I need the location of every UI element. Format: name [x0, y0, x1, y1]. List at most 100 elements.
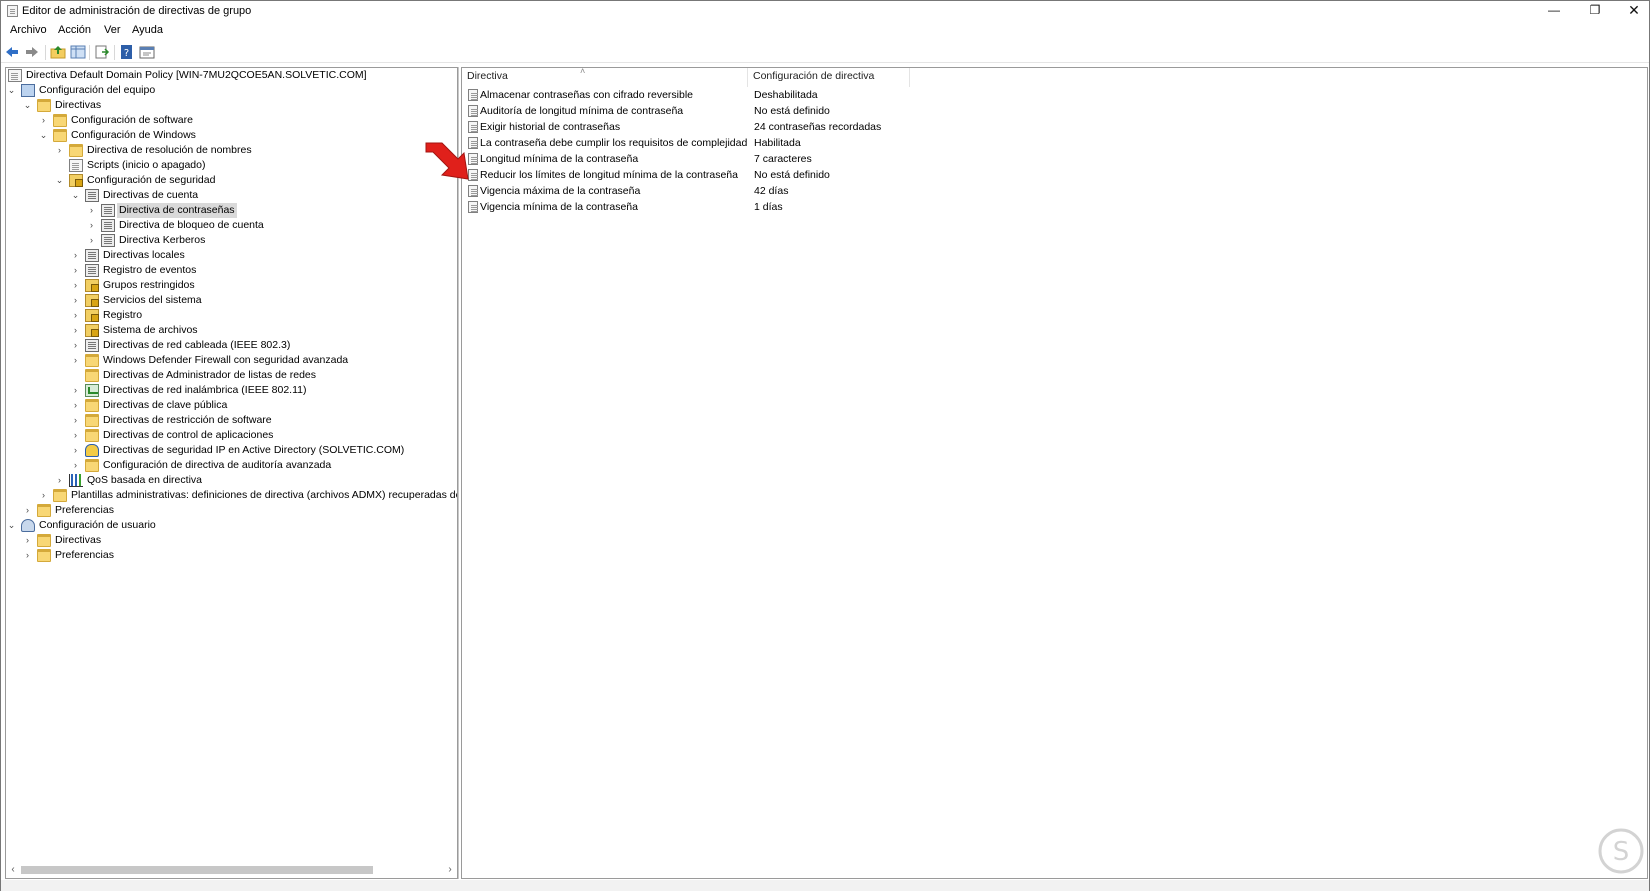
- app-window: Editor de administración de directivas d…: [0, 0, 1650, 891]
- svg-text:?: ?: [124, 48, 129, 59]
- expand-chevron-icon[interactable]: ›: [87, 218, 96, 233]
- policy-name: Reducir los límites de longitud mínima d…: [480, 169, 738, 181]
- expand-chevron-icon[interactable]: ›: [71, 278, 80, 293]
- toolbar: ?: [1, 41, 1649, 63]
- menu-ayuda[interactable]: Ayuda: [132, 24, 163, 36]
- table-row[interactable]: Almacenar contraseñas con cifrado revers…: [462, 88, 1647, 103]
- restore-icon[interactable]: ❐: [1576, 1, 1614, 21]
- tree-label: Preferencias: [55, 504, 114, 516]
- tree-label: Directivas: [55, 99, 102, 111]
- expand-chevron-icon[interactable]: ›: [71, 353, 80, 368]
- expand-chevron-icon[interactable]: ›: [71, 383, 80, 398]
- horizontal-scrollbar[interactable]: ‹ ›: [6, 862, 457, 878]
- computer-icon: [21, 84, 35, 97]
- help-icon[interactable]: ?: [119, 44, 135, 60]
- up-folder-icon[interactable]: [50, 44, 66, 60]
- menu-accion[interactable]: Acción: [58, 24, 91, 36]
- expand-chevron-icon[interactable]: ›: [39, 113, 48, 128]
- table-row[interactable]: Exigir historial de contraseñas 24 contr…: [462, 120, 1647, 135]
- script-document-icon: [69, 159, 83, 172]
- folder-icon: [53, 114, 67, 127]
- table-row[interactable]: La contraseña debe cumplir los requisito…: [462, 136, 1647, 151]
- tree-label: Directiva de resolución de nombres: [87, 144, 252, 156]
- sort-ascending-icon: ˄: [580, 67, 586, 76]
- tree-label: Servicios del sistema: [103, 294, 202, 306]
- table-row[interactable]: Vigencia máxima de la contraseña 42 días: [462, 184, 1647, 199]
- properties-icon[interactable]: [139, 44, 155, 60]
- collapse-chevron-icon[interactable]: ⌄: [7, 518, 16, 533]
- locked-folder-icon: [85, 279, 99, 292]
- collapse-chevron-icon[interactable]: ⌄: [71, 188, 80, 203]
- show-hide-tree-icon[interactable]: [70, 44, 86, 60]
- security-settings-icon: [69, 174, 83, 187]
- title-bar: Editor de administración de directivas d…: [1, 1, 1649, 21]
- expand-chevron-icon[interactable]: ›: [55, 143, 64, 158]
- expand-chevron-icon[interactable]: ›: [87, 203, 96, 218]
- expand-chevron-icon[interactable]: ›: [71, 413, 80, 428]
- expand-chevron-icon[interactable]: ›: [71, 323, 80, 338]
- policy-setting-icon: [468, 89, 478, 101]
- forward-arrow-icon[interactable]: [24, 44, 40, 60]
- expand-chevron-icon[interactable]: ›: [71, 338, 80, 353]
- expand-chevron-icon[interactable]: ›: [23, 533, 32, 548]
- folder-icon: [85, 429, 99, 442]
- folder-icon: [37, 504, 51, 517]
- table-row[interactable]: Longitud mínima de la contraseña 7 carac…: [462, 152, 1647, 167]
- collapse-chevron-icon[interactable]: ⌄: [7, 83, 16, 98]
- scrollbar-thumb[interactable]: [21, 866, 373, 874]
- toolbar-separator: [45, 45, 46, 60]
- tree-label: Directiva Kerberos: [119, 234, 206, 246]
- scroll-right-icon[interactable]: ›: [443, 862, 457, 878]
- svg-text:S: S: [1613, 837, 1630, 867]
- expand-chevron-icon[interactable]: ›: [71, 308, 80, 323]
- close-icon[interactable]: ✕: [1615, 1, 1650, 21]
- column-header-setting[interactable]: Configuración de directiva: [748, 68, 910, 87]
- expand-chevron-icon[interactable]: ›: [71, 428, 80, 443]
- expand-chevron-icon[interactable]: ›: [71, 293, 80, 308]
- status-bar: [1, 880, 1649, 891]
- policy-name: Exigir historial de contraseñas: [480, 121, 621, 133]
- table-row[interactable]: Vigencia mínima de la contraseña 1 días: [462, 200, 1647, 215]
- expand-chevron-icon[interactable]: ›: [23, 503, 32, 518]
- expand-chevron-icon[interactable]: ›: [71, 398, 80, 413]
- folder-icon: [85, 399, 99, 412]
- menu-bar: Archivo Acción Ver Ayuda: [1, 21, 1649, 39]
- list-header: Directiva ˄ Configuración de directiva: [462, 68, 1647, 87]
- expand-chevron-icon[interactable]: ›: [87, 233, 96, 248]
- tree-label: Directiva de bloqueo de cuenta: [119, 219, 264, 231]
- expand-chevron-icon[interactable]: ›: [39, 488, 48, 503]
- export-list-icon[interactable]: [94, 44, 110, 60]
- policy-name: La contraseña debe cumplir los requisito…: [480, 137, 748, 149]
- policy-book-icon: [85, 249, 99, 262]
- menu-archivo[interactable]: Archivo: [10, 24, 47, 36]
- expand-chevron-icon[interactable]: ›: [71, 458, 80, 473]
- folder-icon: [53, 489, 67, 502]
- collapse-chevron-icon[interactable]: ⌄: [23, 98, 32, 113]
- expand-chevron-icon[interactable]: ›: [55, 473, 64, 488]
- policy-setting: No está definido: [754, 105, 830, 117]
- qos-chart-icon: [69, 474, 83, 487]
- collapse-chevron-icon[interactable]: ⌄: [39, 128, 48, 143]
- column-header-policy[interactable]: Directiva ˄: [462, 68, 748, 87]
- expand-chevron-icon[interactable]: ›: [71, 248, 80, 263]
- scroll-left-icon[interactable]: ‹: [6, 862, 20, 878]
- wireless-network-icon: [85, 384, 99, 397]
- tree-label: Scripts (inicio o apagado): [87, 159, 206, 171]
- menu-ver[interactable]: Ver: [104, 24, 121, 36]
- console-tree[interactable]: Directiva Default Domain Policy [WIN-7MU…: [5, 67, 458, 879]
- tree-label: Directivas de red inalámbrica (IEEE 802.…: [103, 384, 307, 396]
- tree-label: Configuración del equipo: [39, 84, 156, 96]
- table-row[interactable]: Reducir los límites de longitud mínima d…: [462, 168, 1647, 183]
- collapse-chevron-icon[interactable]: ⌄: [55, 173, 64, 188]
- expand-chevron-icon[interactable]: ›: [71, 443, 80, 458]
- minimize-icon[interactable]: —: [1535, 1, 1573, 21]
- back-arrow-icon[interactable]: [4, 44, 20, 60]
- folder-icon: [85, 414, 99, 427]
- tree-label: Directivas de Administrador de listas de…: [103, 369, 317, 381]
- expand-chevron-icon[interactable]: ›: [71, 263, 80, 278]
- expand-chevron-icon[interactable]: ›: [23, 548, 32, 563]
- policy-setting-icon: [468, 121, 478, 133]
- policy-name: Vigencia mínima de la contraseña: [480, 201, 638, 213]
- table-row[interactable]: Auditoría de longitud mínima de contrase…: [462, 104, 1647, 119]
- tree-label: Directivas de seguridad IP en Active Dir…: [103, 444, 405, 456]
